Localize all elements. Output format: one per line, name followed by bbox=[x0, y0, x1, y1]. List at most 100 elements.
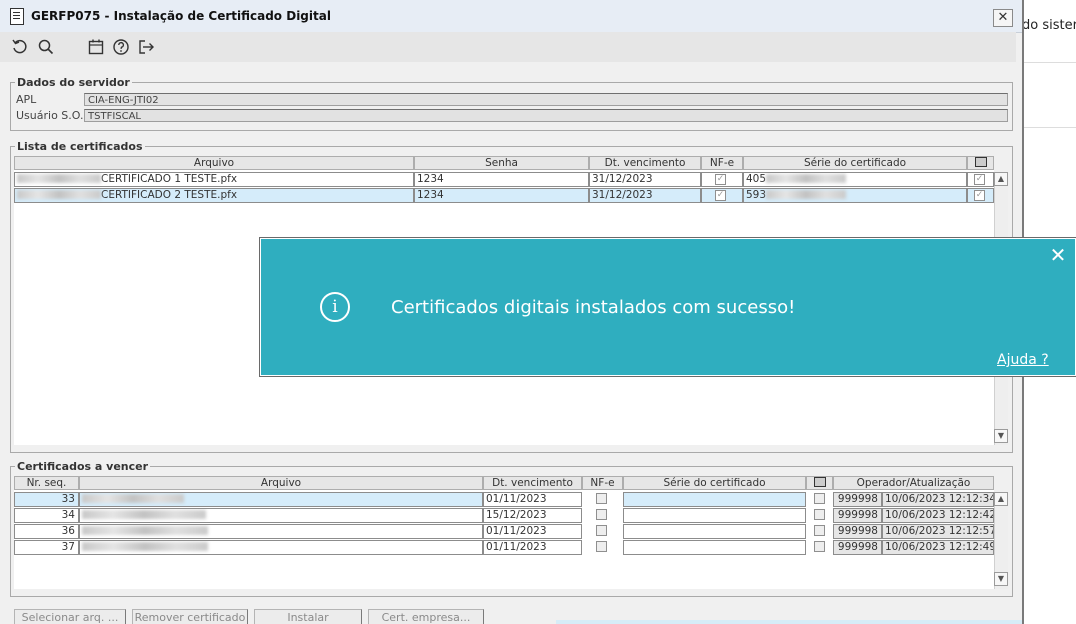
nfe-checkbox[interactable] bbox=[596, 525, 607, 536]
col-header-arquivo[interactable]: Arquivo bbox=[14, 156, 414, 170]
table-row[interactable]: 33 01/11/2023 999998 10/06/2023 12:12:34 bbox=[0, 492, 1000, 507]
install-button[interactable]: Instalar bbox=[254, 609, 362, 624]
table-row-cell-vencimento[interactable]: 31/12/2023 bbox=[589, 172, 701, 187]
table-row-cell-serie[interactable]: 593 bbox=[743, 188, 967, 203]
company-certificate-button[interactable]: Cert. empresa... bbox=[368, 609, 484, 624]
col-header-operador[interactable]: Operador/Atualização bbox=[833, 476, 994, 490]
window-title: GERFP075 - Instalação de Certificado Dig… bbox=[31, 9, 331, 23]
certificate-list-legend: Lista de certificados bbox=[17, 140, 143, 153]
seq-cell: 34 bbox=[14, 508, 79, 523]
apl-field: CIA-ENG-JTI02 bbox=[84, 93, 1008, 106]
table-row-cell-arquivo[interactable]: CERTIFICADO 2 TESTE.pfx bbox=[14, 188, 414, 203]
table-row-cell-vencimento[interactable]: 31/12/2023 bbox=[589, 188, 701, 203]
search-icon[interactable] bbox=[37, 38, 55, 56]
atualizacao-cell: 10/06/2023 12:12:42 bbox=[882, 508, 994, 523]
nfe-checkbox[interactable] bbox=[596, 509, 607, 520]
seq-cell: 36 bbox=[14, 524, 79, 539]
vencimento-cell: 01/11/2023 bbox=[483, 492, 582, 507]
row-select-checkbox[interactable] bbox=[814, 525, 825, 536]
nfe-checkbox[interactable] bbox=[596, 541, 607, 552]
refresh-icon[interactable] bbox=[11, 38, 29, 56]
vencimento-cell: 01/11/2023 bbox=[483, 540, 582, 555]
vencimento-cell: 01/11/2023 bbox=[483, 524, 582, 539]
col-header-vencimento[interactable]: Dt. vencimento bbox=[483, 476, 582, 490]
exit-icon[interactable] bbox=[137, 38, 155, 56]
notification-message: Certificados digitais instalados com suc… bbox=[391, 297, 796, 318]
table-row-cell-senha[interactable]: 1234 bbox=[414, 172, 589, 187]
arquivo-cell bbox=[79, 492, 483, 507]
seq-cell: 33 bbox=[14, 492, 79, 507]
remove-certificate-button[interactable]: Remover certificado bbox=[132, 609, 248, 624]
select-all-icon bbox=[813, 477, 826, 487]
table-row[interactable]: 36 01/11/2023 999998 10/06/2023 12:12:57 bbox=[0, 524, 1000, 539]
arquivo-cell bbox=[79, 524, 483, 539]
help-icon[interactable] bbox=[112, 38, 130, 56]
atualizacao-cell: 10/06/2023 12:12:57 bbox=[882, 524, 994, 539]
serial-number: 593 bbox=[746, 189, 767, 201]
redacted-path bbox=[17, 190, 101, 199]
seq-cell: 37 bbox=[14, 540, 79, 555]
row-select-checkbox[interactable]: ✓ bbox=[974, 190, 985, 201]
table-row-cell-senha[interactable]: 1234 bbox=[414, 188, 589, 203]
atualizacao-cell: 10/06/2023 12:12:34 bbox=[882, 492, 994, 507]
serie-cell bbox=[623, 524, 806, 539]
col-header-serie[interactable]: Série do certificado bbox=[743, 156, 967, 170]
row-select-checkbox[interactable]: ✓ bbox=[974, 174, 985, 185]
select-all-header[interactable] bbox=[967, 156, 994, 170]
redacted-file bbox=[82, 510, 206, 519]
col-header-serie[interactable]: Série do certificado bbox=[623, 476, 806, 490]
calendar-icon[interactable] bbox=[87, 38, 105, 56]
col-header-nfe[interactable]: NF-e bbox=[701, 156, 743, 170]
server-data-legend: Dados do servidor bbox=[17, 76, 130, 89]
notification-close-button[interactable]: ✕ bbox=[1048, 244, 1068, 266]
nfe-checkbox[interactable] bbox=[596, 493, 607, 504]
file-name: CERTIFICADO 1 TESTE.pfx bbox=[101, 173, 238, 185]
redacted-file bbox=[82, 526, 208, 535]
scroll-down-icon[interactable]: ▼ bbox=[994, 572, 1008, 586]
status-strip bbox=[556, 620, 1022, 624]
redacted-serial bbox=[766, 190, 847, 199]
col-header-vencimento[interactable]: Dt. vencimento bbox=[589, 156, 701, 170]
table-row[interactable]: 37 01/11/2023 999998 10/06/2023 12:12:49 bbox=[0, 540, 1000, 555]
operador-cell: 999998 bbox=[833, 540, 882, 555]
os-user-label: Usuário S.O. bbox=[16, 109, 84, 122]
redacted-file bbox=[82, 494, 184, 503]
nfe-checkbox[interactable]: ✓ bbox=[715, 190, 726, 201]
window-close-button[interactable]: ✕ bbox=[993, 9, 1013, 27]
table-row-cell-arquivo[interactable]: CERTIFICADO 1 TESTE.pfx bbox=[14, 172, 414, 187]
nfe-checkbox[interactable]: ✓ bbox=[715, 174, 726, 185]
row-select-checkbox[interactable] bbox=[814, 541, 825, 552]
info-icon: i bbox=[320, 292, 350, 322]
scroll-down-icon[interactable]: ▼ bbox=[994, 429, 1008, 443]
select-all-icon bbox=[974, 157, 987, 167]
background-divider bbox=[1024, 62, 1076, 63]
os-user-field: TSTFISCAL bbox=[84, 109, 1008, 122]
help-link[interactable]: Ajuda ? bbox=[997, 352, 1049, 368]
scroll-up-icon[interactable]: ▲ bbox=[994, 492, 1008, 506]
col-header-seq[interactable]: Nr. seq. bbox=[14, 476, 79, 490]
redacted-serial bbox=[766, 174, 847, 183]
serie-cell bbox=[623, 492, 806, 507]
apl-label: APL bbox=[16, 93, 37, 106]
operador-cell: 999998 bbox=[833, 492, 882, 507]
col-header-senha[interactable]: Senha bbox=[414, 156, 589, 170]
expiring-certificates-legend: Certificados a vencer bbox=[17, 460, 149, 473]
table-row[interactable]: 34 15/12/2023 999998 10/06/2023 12:12:42 bbox=[0, 508, 1000, 523]
table-row-cell-serie[interactable]: 405 bbox=[743, 172, 967, 187]
row-select-checkbox[interactable] bbox=[814, 493, 825, 504]
serial-number: 405 bbox=[746, 173, 767, 185]
arquivo-cell bbox=[79, 540, 483, 555]
atualizacao-cell: 10/06/2023 12:12:49 bbox=[882, 540, 994, 555]
scroll-up-icon[interactable]: ▲ bbox=[994, 172, 1008, 186]
col-header-arquivo[interactable]: Arquivo bbox=[79, 476, 483, 490]
operador-cell: 999998 bbox=[833, 508, 882, 523]
operador-cell: 999998 bbox=[833, 524, 882, 539]
file-name: CERTIFICADO 2 TESTE.pfx bbox=[101, 189, 238, 201]
col-header-nfe[interactable]: NF-e bbox=[582, 476, 623, 490]
row-select-checkbox[interactable] bbox=[814, 509, 825, 520]
select-file-button[interactable]: Selecionar arq. ... bbox=[14, 609, 126, 624]
background-partial-text: do sister bbox=[1022, 18, 1076, 33]
select-all-header[interactable] bbox=[806, 476, 833, 490]
redacted-path bbox=[17, 174, 101, 183]
serie-cell bbox=[623, 540, 806, 555]
